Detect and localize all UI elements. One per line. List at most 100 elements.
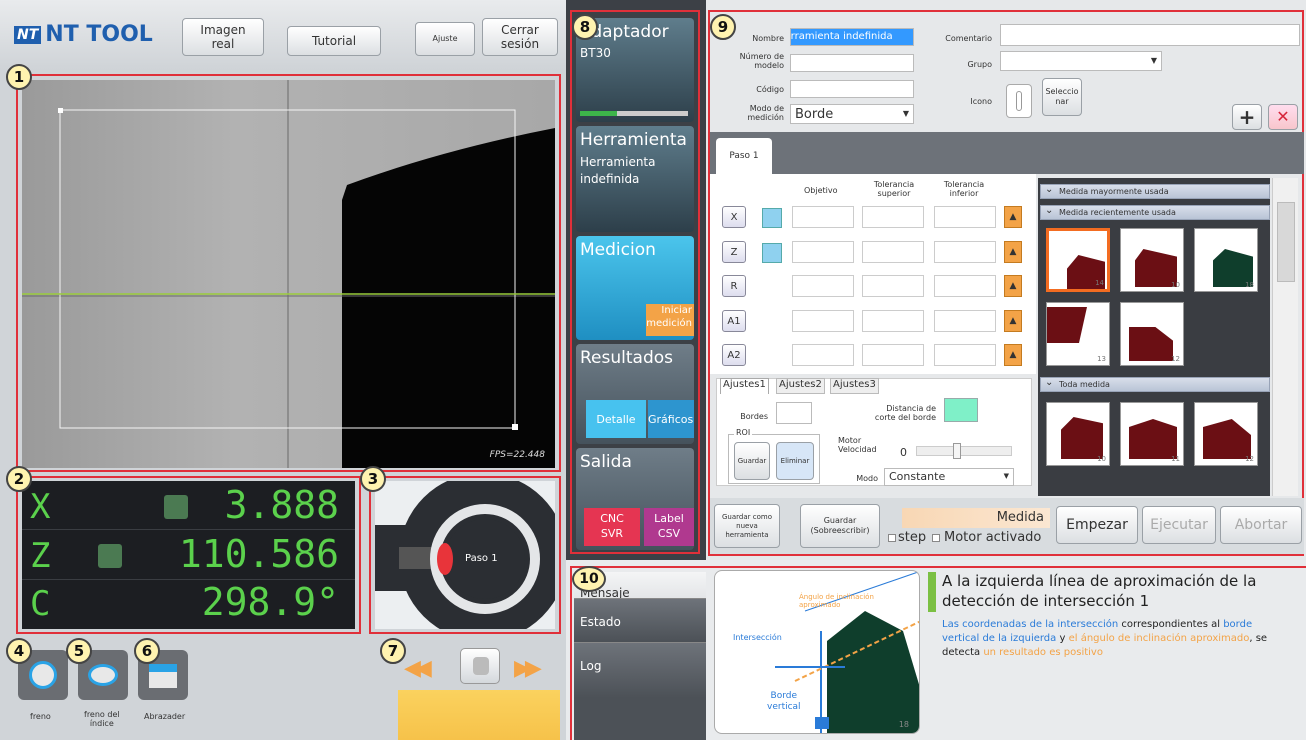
salida-card[interactable]: Salida CNC SVR Label CSV (576, 448, 694, 550)
freno-label: freno (30, 712, 51, 721)
diagram-number: 18 (898, 720, 909, 729)
z-tolerance-icon[interactable]: ▲ (1004, 241, 1022, 263)
measure-thumb-all-12[interactable]: 12 (1194, 402, 1258, 466)
measure-thumb-13[interactable]: 13 (1046, 302, 1110, 366)
first-step-icon[interactable]: ◀◀ (404, 656, 432, 681)
r-tolerance-icon[interactable]: ▲ (1004, 275, 1022, 297)
recientemente-header[interactable]: Medida recientemente usada (1040, 204, 1270, 220)
herramienta-title: Herramienta (580, 130, 687, 150)
label-csv-button[interactable]: Label CSV (644, 508, 694, 546)
chevron-down-icon: ▼ (902, 109, 909, 118)
z-tol-inf-input[interactable] (934, 241, 996, 263)
grupo-select[interactable]: ▼ (1000, 51, 1162, 71)
codigo-field[interactable] (790, 80, 914, 98)
x-objetivo-input[interactable] (792, 206, 854, 228)
graficos-button[interactable]: Gráficos (648, 400, 694, 438)
seleccionar-icon-button[interactable]: Seleccio nar (1042, 78, 1082, 116)
a1-tol-sup-input[interactable] (862, 310, 924, 332)
motor-velocidad-slider[interactable] (916, 443, 1012, 459)
medicion-card[interactable]: Medicion Iniciar medición (576, 236, 694, 340)
roi-guardar-button[interactable]: Guardar (734, 442, 770, 480)
herramienta-card[interactable]: Herramienta Herramienta indefinida (576, 126, 694, 232)
ejecutar-button[interactable]: Ejecutar (1142, 506, 1216, 544)
step-hand-button[interactable] (460, 648, 500, 684)
clamp-icon (149, 664, 177, 688)
comentario-label: Comentario (945, 34, 992, 43)
tab-paso-1[interactable]: Paso 1 (716, 138, 772, 174)
a2-tolerance-icon[interactable]: ▲ (1004, 344, 1022, 366)
tab-log[interactable]: Log (574, 642, 706, 698)
r-tol-sup-input[interactable] (862, 275, 924, 297)
a1-objetivo-input[interactable] (792, 310, 854, 332)
x-tol-inf-input[interactable] (934, 206, 996, 228)
camera-view[interactable]: FPS=22.448 (22, 80, 555, 468)
motor-checkbox[interactable] (932, 534, 940, 542)
bordes-label: Bordes (740, 412, 768, 421)
tab-estado[interactable]: Estado (574, 598, 706, 642)
step-checkbox[interactable] (888, 534, 896, 542)
a2-tol-inf-input[interactable] (934, 344, 996, 366)
axis-r-button[interactable]: R (722, 275, 746, 297)
cerrar-sesion-button[interactable]: Cerrar sesión (482, 18, 558, 56)
x-tolerance-icon[interactable]: ▲ (1004, 206, 1022, 228)
badge-3: 3 (360, 466, 386, 492)
detalle-button[interactable]: Detalle (586, 400, 646, 438)
index-brake-icon (88, 664, 118, 686)
turret-view[interactable]: Paso 1 (375, 481, 555, 629)
toda-medida-header[interactable]: Toda medida (1040, 376, 1270, 392)
nombre-field[interactable]: Herramienta indefinida (790, 28, 914, 46)
help-p7: un resultado es positivo (983, 647, 1103, 658)
z-tol-sup-input[interactable] (862, 241, 924, 263)
resultados-card[interactable]: Resultados Detalle Gráficos (576, 344, 694, 444)
modo-medicion-select[interactable]: Borde ▼ (790, 104, 914, 124)
axis-a1-button[interactable]: A1 (722, 310, 746, 332)
imagen-real-button[interactable]: Imagen real (182, 18, 264, 56)
roi-eliminar-button[interactable]: Eliminar (776, 442, 814, 480)
measure-thumb-10[interactable]: 10 (1120, 228, 1184, 292)
numero-modelo-field[interactable] (790, 54, 914, 72)
r-objetivo-input[interactable] (792, 275, 854, 297)
cnc-svr-button[interactable]: CNC SVR (584, 508, 640, 546)
bordes-field[interactable] (776, 402, 812, 424)
axis-z-button[interactable]: Z (722, 241, 746, 263)
measure-thumb-18[interactable]: 18 (1194, 228, 1258, 292)
library-scrollbar[interactable] (1272, 178, 1298, 496)
a2-objetivo-input[interactable] (792, 344, 854, 366)
abrazadera-label: Abrazader (144, 712, 186, 721)
z-axis-label: Z (30, 536, 51, 576)
x-corner-icon[interactable] (762, 208, 782, 228)
ajuste-button[interactable]: Ajuste (415, 22, 475, 56)
x-tol-sup-input[interactable] (862, 206, 924, 228)
remove-step-button[interactable]: ✕ (1268, 104, 1298, 130)
a1-tol-inf-input[interactable] (934, 310, 996, 332)
help-p1: Las coordenadas de la intersección (942, 619, 1119, 630)
icono-label: Icono (970, 97, 992, 106)
axis-x-button[interactable]: X (722, 206, 746, 228)
measure-thumb-all-10[interactable]: 10 (1046, 402, 1110, 466)
modo-select[interactable]: Constante ▼ (884, 468, 1014, 486)
measure-thumb-all-11[interactable]: 11 (1120, 402, 1184, 466)
abortar-button[interactable]: Abortar (1220, 506, 1302, 544)
axis-a2-button[interactable]: A2 (722, 344, 746, 366)
comentario-field[interactable] (1000, 24, 1300, 46)
distancia-value[interactable] (944, 398, 978, 422)
measure-thumb-12[interactable]: 12 (1120, 302, 1184, 366)
a1-tolerance-icon[interactable]: ▲ (1004, 310, 1022, 332)
add-step-button[interactable]: + (1232, 104, 1262, 130)
z-corner-icon[interactable] (762, 243, 782, 263)
tab-ajustes2[interactable]: Ajustes2 (776, 378, 825, 394)
tab-ajustes1[interactable]: Ajustes1 (720, 378, 769, 394)
help-accent-bar (928, 572, 936, 612)
mayormente-header[interactable]: Medida mayormente usada (1040, 183, 1270, 199)
iniciar-medicion-button[interactable]: Iniciar medición (646, 304, 694, 336)
z-objetivo-input[interactable] (792, 241, 854, 263)
guardar-sobreescribir-button[interactable]: Guardar (Sobreescribir) (800, 504, 880, 548)
guardar-nueva-button[interactable]: Guardar como nueva herramienta (714, 504, 780, 548)
next-step-icon[interactable]: ▶▶ (514, 656, 542, 681)
tutorial-button[interactable]: Tutorial (287, 26, 381, 56)
measure-thumb-14[interactable]: 14 (1046, 228, 1110, 292)
a2-tol-sup-input[interactable] (862, 344, 924, 366)
empezar-button[interactable]: Empezar (1056, 506, 1138, 544)
r-tol-inf-input[interactable] (934, 275, 996, 297)
tab-ajustes3[interactable]: Ajustes3 (830, 378, 879, 394)
